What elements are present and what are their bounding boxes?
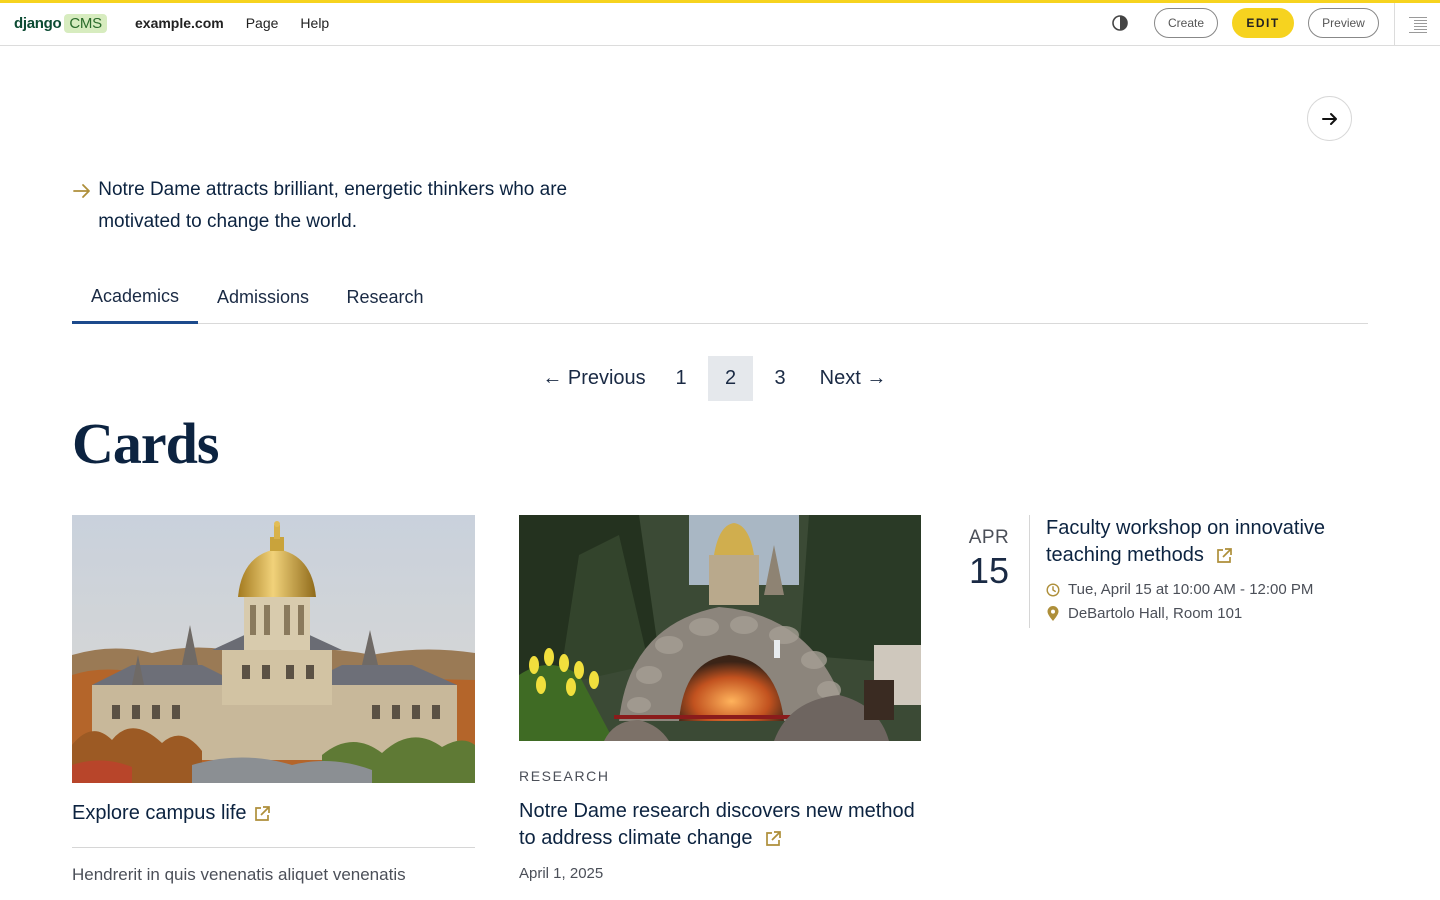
card-title-text: Notre Dame research discovers new method…: [519, 800, 915, 849]
cms-toolbar: django CMS example.com Page Help Create …: [0, 0, 1440, 46]
card-title-research[interactable]: Notre Dame research discovers new method…: [519, 798, 921, 852]
event-location-text: DeBartolo Hall, Room 101: [1068, 605, 1243, 622]
edit-button[interactable]: EDIT: [1232, 8, 1294, 38]
card-category: RESEARCH: [519, 768, 610, 784]
pagination-previous[interactable]: ← Previous: [532, 356, 656, 401]
campus-photo-graphic: [72, 515, 475, 783]
grotto-photo-graphic: [519, 515, 921, 741]
structure-lines-icon: [1408, 16, 1427, 33]
external-link-icon: [766, 830, 781, 846]
grotto-photo[interactable]: [519, 515, 921, 741]
pagination-page-1[interactable]: 1: [656, 356, 706, 401]
external-link-icon: [1217, 547, 1233, 563]
structure-toggle[interactable]: [1394, 3, 1440, 46]
event-time: Tue, April 15 at 10:00 AM - 12:00 PM: [1046, 581, 1313, 598]
create-button[interactable]: Create: [1154, 8, 1218, 38]
preview-button[interactable]: Preview: [1308, 8, 1379, 38]
arrow-right-icon: [73, 184, 90, 198]
pagination: ← Previous 1 2 3 Next →: [532, 356, 901, 401]
event-title-link[interactable]: Faculty workshop on innovative teaching …: [1046, 515, 1366, 569]
section-heading: Cards: [72, 411, 219, 476]
quote-text: Notre Dame attracts brilliant, energetic…: [98, 179, 568, 232]
quote-block: Notre Dame attracts brilliant, energetic…: [72, 174, 632, 238]
event-location: DeBartolo Hall, Room 101: [1046, 605, 1242, 622]
campus-golden-dome-photo[interactable]: [72, 515, 475, 783]
card-divider: [72, 847, 475, 848]
event-time-text: Tue, April 15 at 10:00 AM - 12:00 PM: [1068, 581, 1314, 598]
map-pin-icon: [1047, 605, 1059, 621]
pagination-page-2-current[interactable]: 2: [708, 356, 753, 401]
card-body-text: Hendrerit in quis venenatis aliquet vene…: [72, 865, 406, 884]
django-cms-logo[interactable]: django CMS: [14, 11, 107, 35]
logo-cms-text: CMS: [64, 13, 107, 33]
arrow-right-icon: [1321, 112, 1337, 125]
contrast-toggle-icon[interactable]: [1111, 14, 1129, 32]
pagination-next[interactable]: Next →: [805, 356, 901, 401]
pagination-page-3[interactable]: 3: [755, 356, 805, 401]
event-date-block: APR 15: [960, 527, 1018, 589]
external-link-icon: [254, 805, 270, 821]
event-day: 15: [968, 550, 1010, 591]
event-divider: [1029, 515, 1030, 628]
card-date: April 1, 2025: [519, 865, 604, 882]
tab-academics[interactable]: Academics: [72, 272, 198, 324]
tab-research[interactable]: Research: [328, 272, 442, 323]
cms-menu: example.com Page Help: [135, 12, 351, 34]
event-title-text: Faculty workshop on innovative teaching …: [1046, 517, 1326, 566]
clock-icon: [1046, 582, 1060, 597]
menu-help[interactable]: Help: [300, 12, 329, 34]
logo-django-text: django: [14, 14, 62, 32]
event-month: APR: [968, 527, 1010, 548]
tab-admissions[interactable]: Admissions: [198, 272, 328, 323]
carousel-next-button[interactable]: [1307, 96, 1352, 141]
tab-list: Academics Admissions Research: [72, 272, 1368, 324]
card-title-explore-campus-life[interactable]: Explore campus life: [72, 802, 271, 825]
quote-arrow: [72, 174, 98, 238]
menu-site[interactable]: example.com: [135, 12, 224, 34]
menu-page[interactable]: Page: [246, 12, 279, 34]
card-title-text: Explore campus life: [72, 802, 247, 824]
